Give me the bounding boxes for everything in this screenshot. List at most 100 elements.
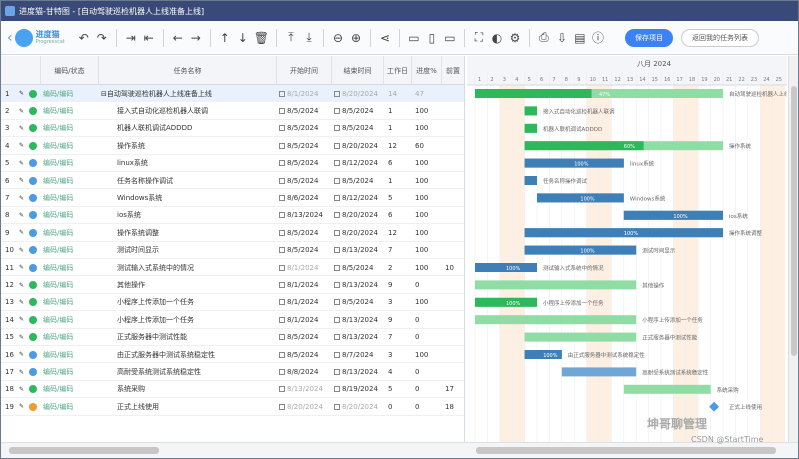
header-progress[interactable]: 进度% [412, 56, 442, 85]
duration[interactable]: 1 [388, 120, 412, 137]
gantt-scroll-thumb[interactable] [476, 447, 776, 454]
start-date[interactable]: 8/5/2024 [279, 172, 331, 189]
table-row[interactable]: 7 ✎ 编码/编码 Windows系统 8/6/2024 8/12/2024 5 100 [1, 189, 464, 207]
predecessor[interactable] [445, 346, 464, 363]
start-date[interactable]: 8/5/2024 [279, 120, 331, 137]
progress[interactable]: 100 [415, 224, 441, 241]
end-date[interactable]: 8/20/2024 [334, 224, 384, 241]
progress[interactable]: 100 [415, 102, 441, 119]
collapse-icon[interactable]: ⤓ [302, 27, 316, 49]
progress[interactable]: 100 [415, 155, 441, 172]
predecessor[interactable] [445, 329, 464, 346]
duration[interactable]: 7 [388, 329, 412, 346]
end-date[interactable]: 8/5/2024 [334, 102, 384, 119]
start-date[interactable]: 8/5/2024 [279, 155, 331, 172]
task-name[interactable]: 机器人联机调试ADDDD [117, 120, 287, 137]
predecessor[interactable] [445, 137, 464, 154]
edit-icon[interactable]: ✎ [19, 189, 27, 206]
table-row[interactable]: 15 ✎ 编码/编码 正式服务器中测试性能 8/5/2024 8/13/2024 7 0 [1, 329, 464, 346]
predecessor[interactable] [445, 207, 464, 224]
end-date[interactable]: 8/13/2024 [334, 242, 384, 259]
progress[interactable]: 100 [415, 294, 441, 311]
table-row[interactable]: 12 ✎ 编码/编码 其他操作 8/1/2024 8/13/2024 9 0 [1, 276, 464, 294]
task-name[interactable]: 高耐受系统测试系统稳定性 [117, 363, 287, 380]
edit-icon[interactable]: ✎ [19, 311, 27, 328]
end-date[interactable]: 8/13/2024 [334, 311, 384, 328]
task-name[interactable]: 正式服务器中测试性能 [117, 329, 287, 346]
table-row[interactable]: 14 ✎ 编码/编码 小程序上传添加一个任务 8/1/2024 8/13/2024 9 0 [1, 311, 464, 329]
header-task-name[interactable]: 任务名称 [99, 56, 277, 85]
color-icon[interactable]: ◐ [490, 27, 504, 49]
redo-icon[interactable]: ↷ [95, 27, 109, 49]
start-date[interactable]: 8/13/2024 [279, 207, 331, 224]
edit-icon[interactable]: ✎ [19, 276, 27, 293]
progress[interactable]: 60 [415, 137, 441, 154]
outdent-icon[interactable]: ⇤ [142, 27, 156, 49]
predecessor[interactable] [445, 102, 464, 119]
edit-icon[interactable]: ✎ [19, 224, 27, 241]
progress[interactable]: 47 [415, 85, 441, 102]
task-name[interactable]: 测试时间显示 [117, 242, 287, 259]
table-row[interactable]: 5 ✎ 编码/编码 linux系统 8/5/2024 8/12/2024 6 100 [1, 155, 464, 172]
task-name[interactable]: ⊟ 自动驾驶巡检机器人上线准备上线 [101, 85, 271, 102]
duration[interactable]: 14 [388, 85, 412, 102]
link-right-icon[interactable]: → [189, 27, 203, 49]
horizontal-scrollbar[interactable] [1, 442, 798, 458]
duration[interactable]: 12 [388, 137, 412, 154]
header-predecessor[interactable]: 前置 [442, 56, 464, 85]
edit-icon[interactable]: ✎ [19, 120, 27, 137]
progress[interactable]: 100 [415, 242, 441, 259]
end-date[interactable]: 8/12/2024 [334, 155, 384, 172]
progress[interactable]: 0 [415, 276, 441, 293]
duration[interactable]: 3 [388, 346, 412, 363]
edit-icon[interactable]: ✎ [19, 346, 27, 363]
start-date[interactable]: 8/5/2024 [279, 242, 331, 259]
export-icon[interactable]: ⇩ [555, 27, 569, 49]
start-date[interactable]: 8/5/2024 [279, 329, 331, 346]
start-date[interactable]: 8/5/2024 [279, 346, 331, 363]
progress[interactable]: 100 [415, 207, 441, 224]
duration[interactable]: 4 [388, 363, 412, 380]
table-row[interactable]: 19 ✎ 编码/编码 正式上线使用 8/20/2024 8/20/2024 0 0 18 [1, 398, 464, 416]
edit-icon[interactable]: ✎ [19, 207, 27, 224]
edit-icon[interactable]: ✎ [19, 363, 27, 380]
predecessor[interactable]: 18 [445, 398, 464, 415]
task-name[interactable]: linux系统 [117, 155, 287, 172]
start-date[interactable]: 8/5/2024 [279, 137, 331, 154]
edit-icon[interactable]: ✎ [19, 259, 27, 276]
progress[interactable]: 100 [415, 189, 441, 206]
task-name[interactable]: 系统采购 [117, 381, 287, 398]
edit-icon[interactable]: ✎ [19, 329, 27, 346]
table-row[interactable]: 16 ✎ 编码/编码 由正式服务器中测试系统稳定性 8/5/2024 8/7/2024 3 1… [1, 346, 464, 364]
predecessor[interactable] [445, 85, 464, 102]
end-date[interactable]: 8/19/2024 [334, 381, 384, 398]
indent-icon[interactable]: ⇥ [124, 27, 138, 49]
end-date[interactable]: 8/12/2024 [334, 189, 384, 206]
task-name[interactable]: Windows系统 [117, 189, 287, 206]
import-icon[interactable]: ▤ [573, 27, 587, 49]
duration[interactable]: 1 [388, 172, 412, 189]
predecessor[interactable] [445, 189, 464, 206]
table-row[interactable]: 2 ✎ 编码/编码 接入式自动化巡检机器人联调 8/5/2024 8/5/2024 1 100 [1, 102, 464, 120]
start-date[interactable]: 8/1/2024 [279, 85, 331, 102]
start-date[interactable]: 8/20/2024 [279, 398, 331, 415]
table-row[interactable]: 6 ✎ 编码/编码 任务名称操作调试 8/5/2024 8/5/2024 1 100 [1, 172, 464, 190]
save-project-button[interactable]: 保存项目 [624, 28, 673, 47]
header-duration[interactable]: 工作日 [384, 56, 412, 85]
end-date[interactable]: 8/13/2024 [334, 276, 384, 293]
duration[interactable]: 6 [388, 207, 412, 224]
move-up-icon[interactable]: ↑ [218, 27, 232, 49]
task-name[interactable]: 其他操作 [117, 276, 287, 293]
end-date[interactable]: 8/5/2024 [334, 294, 384, 311]
undo-icon[interactable]: ↶ [77, 27, 91, 49]
start-date[interactable]: 8/1/2024 [279, 259, 331, 276]
table-row[interactable]: 4 ✎ 编码/编码 操作系统 8/5/2024 8/20/2024 12 60 [1, 137, 464, 155]
progress[interactable]: 100 [415, 259, 441, 276]
grid-scroll-thumb[interactable] [9, 447, 159, 454]
start-date[interactable]: 8/6/2024 [279, 189, 331, 206]
table-row[interactable]: 10 ✎ 编码/编码 测试时间显示 8/5/2024 8/13/2024 7 100 [1, 242, 464, 259]
predecessor[interactable]: 17 [445, 381, 464, 398]
progress[interactable]: 0 [415, 363, 441, 380]
zoom-out-icon[interactable]: ⊖ [331, 27, 345, 49]
duration[interactable]: 3 [388, 294, 412, 311]
